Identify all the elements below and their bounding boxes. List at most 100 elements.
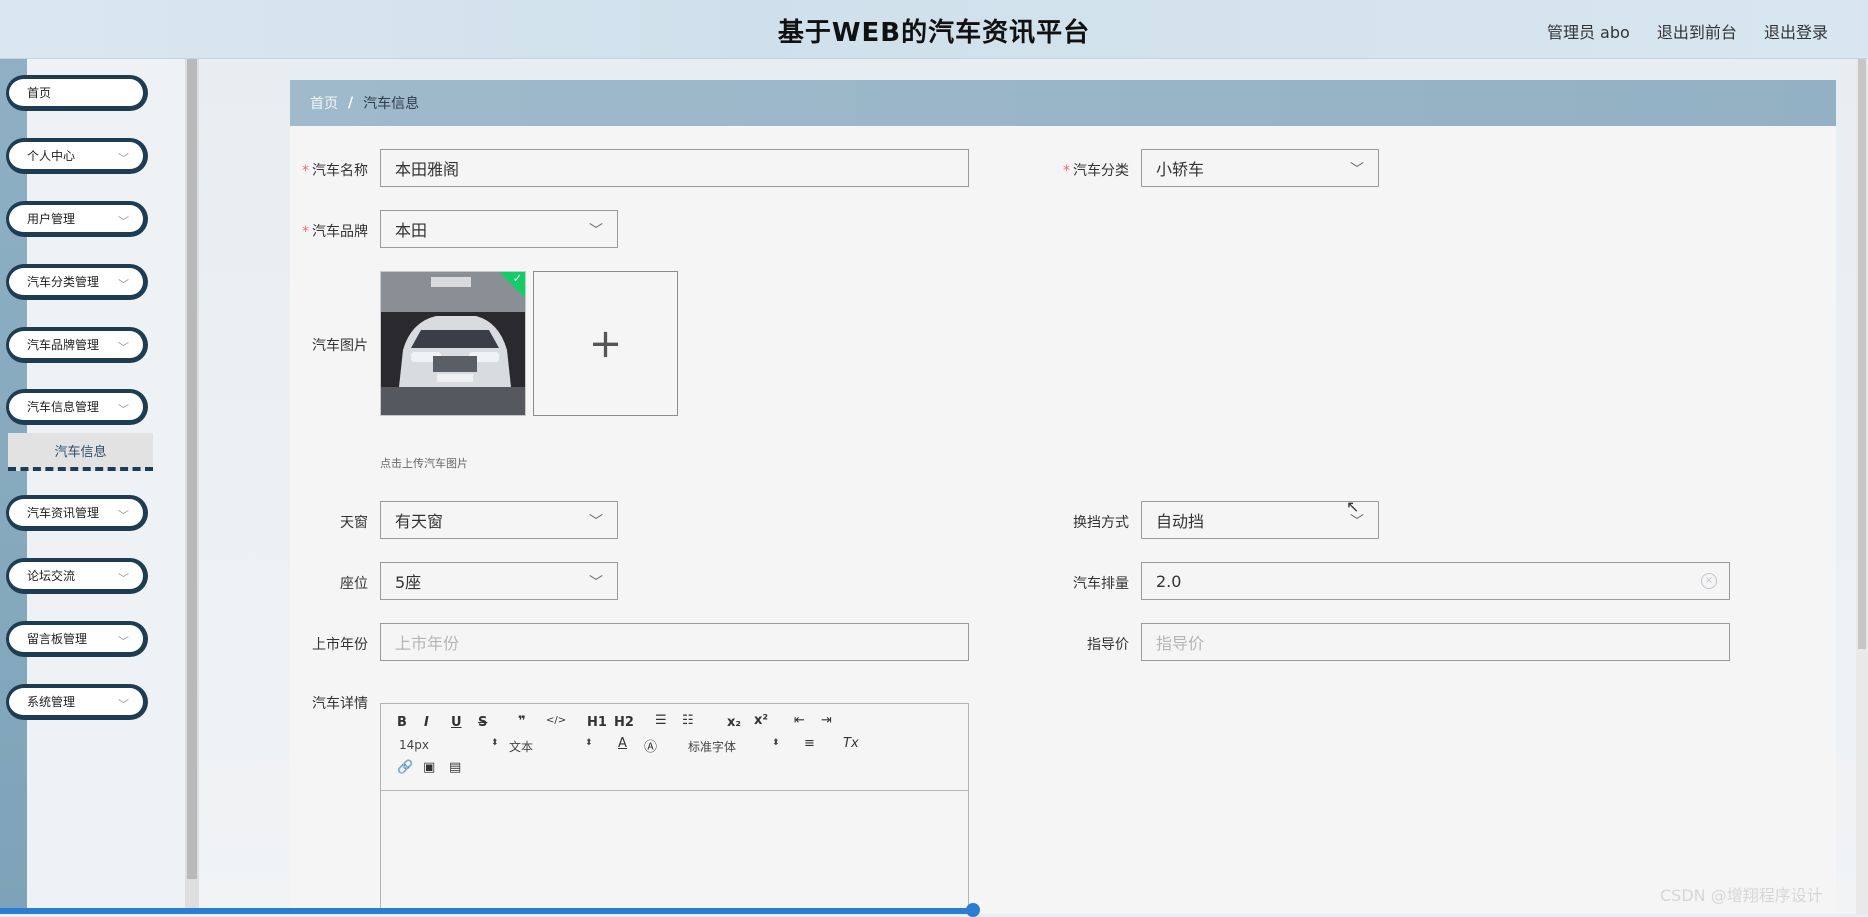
font-family-select[interactable]: 标准字体 ⬍ xyxy=(688,738,780,755)
chevron-down-icon: ﹀ xyxy=(1350,162,1364,178)
bullet-list-icon[interactable]: ☷ xyxy=(682,713,694,728)
breadcrumb-current: 汽车信息 xyxy=(363,96,420,112)
chevron-down-icon: ﹀ xyxy=(589,514,603,530)
subscript-icon[interactable]: x₂ xyxy=(727,715,741,730)
italic-button[interactable]: I xyxy=(424,715,429,730)
release-year-label: 上市年份 xyxy=(312,637,368,653)
underline-button[interactable]: U xyxy=(451,715,462,730)
front-page-link[interactable]: 退出到前台 xyxy=(1657,23,1737,42)
chevron-down-icon: ﹀ xyxy=(589,223,603,239)
strike-button[interactable]: S xyxy=(478,715,487,730)
transmission-label: 换挡方式 xyxy=(1073,515,1129,531)
check-icon: ✓ xyxy=(512,272,522,285)
displacement-input[interactable]: 2.0 × xyxy=(1141,562,1730,600)
ordered-list-icon[interactable]: ☰ xyxy=(655,713,667,728)
sidebar-item-label: 用户管理 xyxy=(27,212,76,226)
plus-icon: + xyxy=(588,320,623,367)
breadcrumb-home[interactable]: 首页 xyxy=(310,93,338,113)
sidebar-item-label: 论坛交流 xyxy=(27,569,76,583)
image-icon[interactable]: ▣ xyxy=(423,760,435,775)
chevron-down-icon: ﹀ xyxy=(118,152,129,165)
sidebar-scrollbar[interactable] xyxy=(185,59,199,914)
background-color-icon[interactable]: Ⓐ xyxy=(644,736,657,755)
mouse-cursor-icon: ↖ xyxy=(1346,497,1360,516)
h2-button[interactable]: H2 xyxy=(614,715,634,730)
upload-add-button[interactable]: + xyxy=(533,271,678,416)
page-scrollbar[interactable] xyxy=(1856,59,1868,914)
chevron-down-icon: ﹀ xyxy=(118,341,129,354)
sidebar-item-label: 汽车资讯管理 xyxy=(27,506,100,520)
upload-tip: 点击上传汽车图片 xyxy=(380,457,468,470)
sidebar-item-system-management[interactable]: 系统管理 ﹀ xyxy=(6,684,148,720)
sidebar-item-car-info-management[interactable]: 汽车信息管理 ﹀ xyxy=(6,389,148,425)
clear-icon[interactable]: × xyxy=(1701,573,1717,589)
sidebar-item-label: 汽车品牌管理 xyxy=(27,338,100,352)
font-size-select[interactable]: 14px ⬍ xyxy=(399,738,499,752)
bold-button[interactable]: B xyxy=(397,715,407,730)
chevron-down-icon: ﹀ xyxy=(118,215,129,228)
editor-toolbar: B I U S ❞ </> H1 H2 ☰ ☷ x₂ x² ⇤ ⇥ 14px ⬍ … xyxy=(381,704,968,791)
uploaded-car-image[interactable]: ✓ xyxy=(380,271,526,416)
guide-price-input[interactable]: 指导价 xyxy=(1141,623,1730,661)
quote-button[interactable]: ❞ xyxy=(518,714,526,729)
font-color-icon[interactable]: A xyxy=(618,736,627,751)
car-category-label: * 汽车分类 xyxy=(1063,163,1129,179)
select-arrows-icon: ⬍ xyxy=(585,738,593,748)
logout-link[interactable]: 退出登录 xyxy=(1764,23,1828,42)
user-label: 管理员 abo xyxy=(1546,23,1630,42)
sidebar-subitem-car-info[interactable]: 汽车信息 xyxy=(8,433,153,471)
sidebar-accent xyxy=(0,59,27,914)
sunroof-label: 天窗 xyxy=(340,515,368,531)
select-arrows-icon: ⬍ xyxy=(772,738,780,748)
car-name-input[interactable]: 本田雅阁 xyxy=(380,149,969,187)
displacement-label: 汽车排量 xyxy=(1073,576,1129,592)
car-brand-label: * 汽车品牌 xyxy=(302,224,368,240)
breadcrumb: 首页 / 汽车信息 xyxy=(290,80,1836,126)
car-image-label: 汽车图片 xyxy=(312,338,368,354)
sidebar-item-label: 首页 xyxy=(27,86,52,100)
car-brand-select[interactable]: 本田 ﹀ xyxy=(380,210,618,248)
link-icon[interactable]: 🔗 xyxy=(397,760,413,775)
sidebar-item-car-brand-management[interactable]: 汽车品牌管理 ﹀ xyxy=(6,327,148,363)
indent-icon[interactable]: ⇥ xyxy=(821,713,832,728)
sunroof-select[interactable]: 有天窗 ﹀ xyxy=(380,501,618,539)
align-icon[interactable]: ≡ xyxy=(804,736,815,751)
chevron-down-icon: ﹀ xyxy=(118,572,129,585)
clear-format-icon[interactable]: Tx xyxy=(843,736,859,751)
car-category-select[interactable]: 小轿车 ﹀ xyxy=(1141,149,1379,187)
chevron-down-icon: ﹀ xyxy=(118,698,129,711)
chevron-down-icon: ﹀ xyxy=(118,635,129,648)
sidebar-item-forum[interactable]: 论坛交流 ﹀ xyxy=(6,558,148,594)
select-arrows-icon: ⬍ xyxy=(491,738,499,748)
sidebar-item-label: 留言板管理 xyxy=(27,632,88,646)
sidebar-item-message-board[interactable]: 留言板管理 ﹀ xyxy=(6,621,148,657)
sidebar-item-personal-center[interactable]: 个人中心 ﹀ xyxy=(6,138,148,174)
h1-button[interactable]: H1 xyxy=(587,715,607,730)
progress-handle[interactable] xyxy=(966,903,980,917)
seats-label: 座位 xyxy=(340,576,368,592)
transmission-select[interactable]: 自动挡 ﹀ xyxy=(1141,501,1379,539)
chevron-down-icon: ﹀ xyxy=(589,575,603,591)
text-type-select[interactable]: 文本 ⬍ xyxy=(509,738,593,755)
progress-strip xyxy=(0,908,975,914)
video-icon[interactable]: ▤ xyxy=(449,760,461,775)
seats-select[interactable]: 5座 ﹀ xyxy=(380,562,618,600)
sidebar-item-user-management[interactable]: 用户管理 ﹀ xyxy=(6,201,148,237)
chevron-down-icon: ﹀ xyxy=(118,403,129,416)
sidebar-item-car-news-management[interactable]: 汽车资讯管理 ﹀ xyxy=(6,495,148,531)
breadcrumb-separator: / xyxy=(348,95,354,111)
chevron-down-icon: ﹀ xyxy=(118,509,129,522)
watermark: CSDN @增翔程序设计 xyxy=(1660,886,1823,905)
outdent-icon[interactable]: ⇤ xyxy=(794,713,805,728)
sidebar-item-label: 系统管理 xyxy=(27,695,76,709)
sidebar-item-label: 个人中心 xyxy=(27,149,76,163)
car-name-label: * 汽车名称 xyxy=(302,163,368,179)
sidebar-item-car-category-management[interactable]: 汽车分类管理 ﹀ xyxy=(6,264,148,300)
sidebar-item-label: 汽车分类管理 xyxy=(27,275,100,289)
sidebar-item-label: 汽车信息管理 xyxy=(27,400,100,414)
sidebar-item-home[interactable]: 首页 xyxy=(6,75,148,111)
code-button[interactable]: </> xyxy=(546,715,566,726)
sidebar xyxy=(27,59,185,914)
superscript-icon[interactable]: x² xyxy=(754,713,768,728)
release-year-input[interactable]: 上市年份 xyxy=(380,623,969,661)
